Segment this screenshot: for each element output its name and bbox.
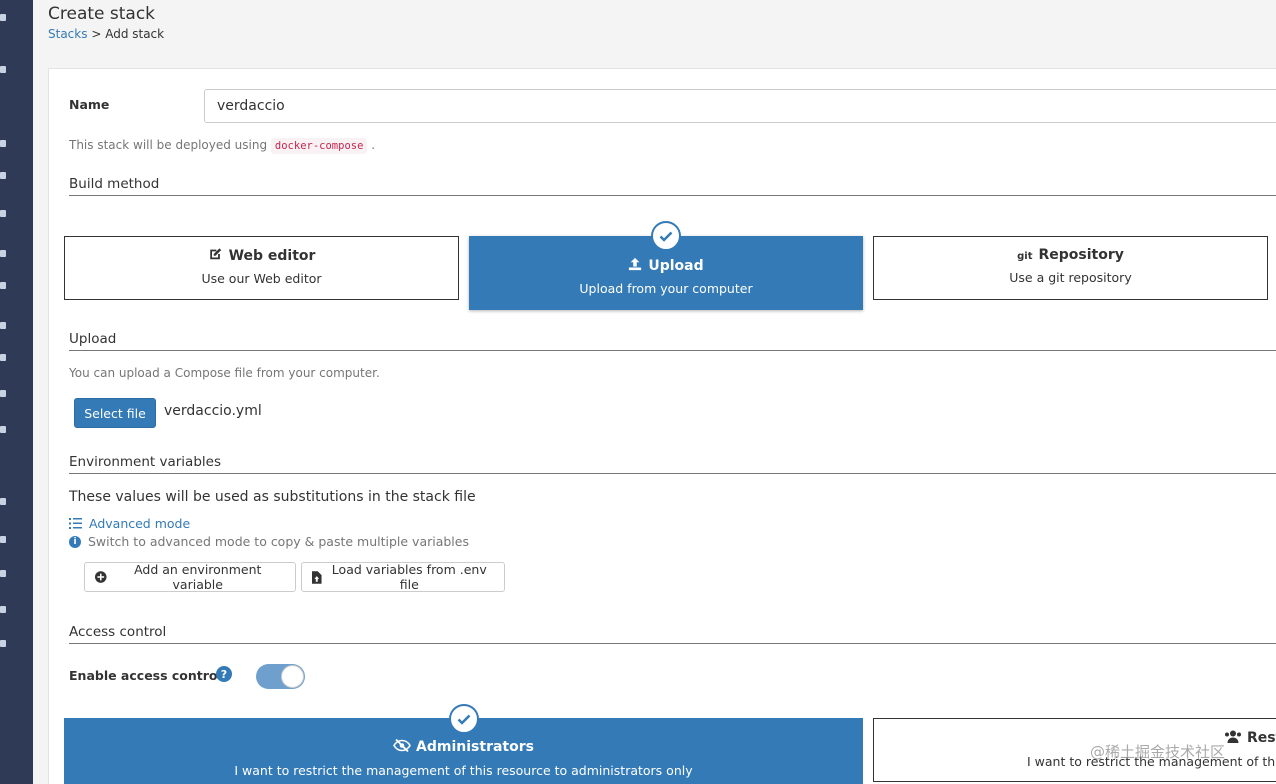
access-control-toggle[interactable] <box>256 664 305 689</box>
web-editor-title-text: Web editor <box>228 248 316 264</box>
page-title: Create stack <box>48 4 156 24</box>
build-option-web-editor[interactable]: Web editor Use our Web editor <box>64 236 459 300</box>
file-upload-icon <box>312 570 322 584</box>
upload-subtitle: Upload from your computer <box>579 281 753 296</box>
env-section-title: Environment variables <box>69 454 1276 474</box>
name-label: Name <box>69 97 110 112</box>
sidebar-home-icon[interactable] <box>0 66 6 73</box>
breadcrumb-separator: > <box>91 27 102 41</box>
breadcrumb-stacks-link[interactable]: Stacks <box>48 27 87 41</box>
sidebar-settings-icon[interactable] <box>0 640 6 647</box>
restricted-title: Rest <box>1224 730 1276 746</box>
repository-subtitle: Use a git repository <box>1009 270 1132 285</box>
web-editor-subtitle: Use our Web editor <box>201 271 322 286</box>
administrators-selected-check-icon <box>449 704 479 734</box>
sidebar-images-icon[interactable] <box>0 282 6 289</box>
sidebar-stacks-icon[interactable] <box>0 210 6 217</box>
administrators-title-text: Administrators <box>416 739 534 755</box>
upload-hint: You can upload a Compose file from your … <box>69 366 380 380</box>
upload-section-title: Upload <box>69 331 1276 351</box>
advanced-mode-hint: i Switch to advanced mode to copy & past… <box>69 534 469 549</box>
list-icon <box>69 518 82 529</box>
env-description: These values will be used as substitutio… <box>69 489 476 505</box>
restricted-title-text: Rest <box>1247 730 1276 746</box>
sidebar-host-icon[interactable] <box>0 426 6 433</box>
sidebar-environments-icon[interactable] <box>0 536 6 543</box>
help-icon[interactable]: ? <box>216 666 232 682</box>
sidebar-users-icon[interactable] <box>0 498 6 505</box>
advanced-mode-label: Advanced mode <box>89 516 191 531</box>
name-input[interactable] <box>204 89 1276 123</box>
info-icon: i <box>69 535 81 548</box>
administrators-title: Administrators <box>65 738 862 755</box>
deploy-hint-prefix: This stack will be deployed using <box>69 138 268 152</box>
build-method-title: Build method <box>69 176 1276 196</box>
page-header: Create stack Stacks > Add stack <box>33 0 1276 54</box>
users-icon <box>1225 730 1241 743</box>
enable-access-control-label: Enable access control <box>69 668 222 683</box>
upload-icon <box>629 257 642 271</box>
sidebar-containers-icon[interactable] <box>0 250 6 257</box>
sidebar-volumes-icon[interactable] <box>0 354 6 361</box>
load-env-file-label: Load variables from .env file <box>331 562 487 592</box>
sidebar-templates-icon[interactable] <box>0 172 6 179</box>
upload-selected-check-icon <box>651 221 681 251</box>
breadcrumb: Stacks > Add stack <box>48 27 164 41</box>
deploy-hint-suffix: . <box>371 138 376 152</box>
repository-title: git Repository <box>874 247 1267 263</box>
sidebar-logo-icon[interactable] <box>0 14 6 21</box>
toggle-knob <box>281 665 304 688</box>
watermark: @稀土掘金技术社区 <box>1090 743 1226 761</box>
eye-slash-icon <box>393 738 411 753</box>
plus-circle-icon <box>95 571 107 583</box>
access-control-title: Access control <box>69 624 1276 644</box>
upload-title: Upload <box>470 257 862 274</box>
advanced-mode-link[interactable]: Advanced mode <box>69 516 190 531</box>
web-editor-title: Web editor <box>65 247 458 264</box>
deploy-hint: This stack will be deployed using docker… <box>69 138 376 154</box>
load-env-file-button[interactable]: Load variables from .env file <box>301 562 505 592</box>
sidebar-events-icon[interactable] <box>0 390 6 397</box>
upload-title-text: Upload <box>648 258 704 274</box>
select-file-button[interactable]: Select file <box>74 398 156 428</box>
repository-title-text: Repository <box>1038 247 1124 263</box>
sidebar-registries-icon[interactable] <box>0 570 6 577</box>
breadcrumb-current: Add stack <box>105 27 165 41</box>
git-icon: git <box>1017 251 1033 262</box>
sidebar-networks-icon[interactable] <box>0 322 6 329</box>
add-env-variable-label: Add an environment variable <box>134 562 262 592</box>
administrators-subtitle: I want to restrict the management of thi… <box>234 763 693 778</box>
deploy-hint-code: docker-compose <box>270 138 368 154</box>
edit-icon <box>209 248 221 260</box>
advanced-mode-hint-text: Switch to advanced mode to copy & paste … <box>88 534 469 549</box>
sidebar <box>0 0 33 784</box>
selected-file-name: verdaccio.yml <box>164 403 262 419</box>
add-env-variable-button[interactable]: Add an environment variable <box>84 562 296 592</box>
build-option-repository[interactable]: git Repository Use a git repository <box>873 236 1268 300</box>
sidebar-dashboard-icon[interactable] <box>0 140 6 147</box>
sidebar-auth-logs-icon[interactable] <box>0 606 6 613</box>
